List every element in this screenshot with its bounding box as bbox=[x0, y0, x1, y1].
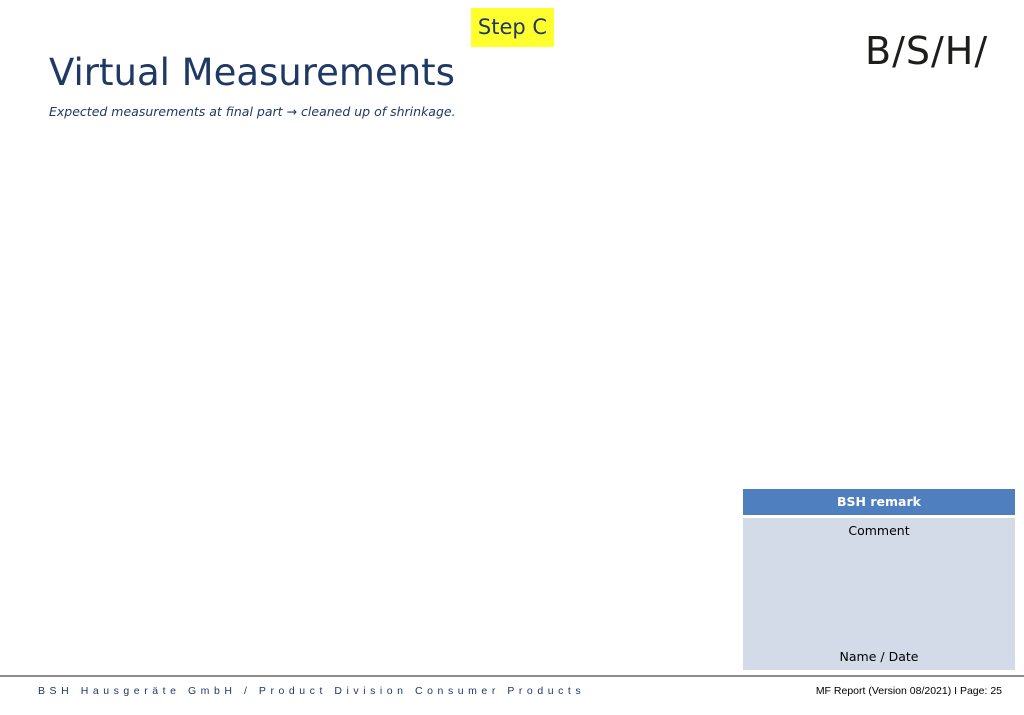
bsh-remark-box: BSH remark Comment Name / Date bbox=[743, 489, 1015, 670]
step-badge: Step C bbox=[471, 8, 554, 47]
bsh-logo: B/S/H/ bbox=[865, 29, 989, 73]
footer-company: BSH Hausgeräte GmbH / Product Division C… bbox=[38, 685, 586, 697]
remark-name-date: Name / Date bbox=[839, 649, 919, 664]
footer-report-info: MF Report (Version 08/2021) I Page: 25 bbox=[815, 685, 1002, 697]
remark-comment: Comment bbox=[848, 523, 910, 538]
subtitle-text-start: Expected measurements at final part bbox=[49, 104, 283, 119]
page-subtitle: Expected measurements at final part → clea… bbox=[49, 103, 456, 121]
remark-body: Comment Name / Date bbox=[743, 518, 1015, 670]
remark-header: BSH remark bbox=[743, 489, 1015, 515]
page-title: Virtual Measurements bbox=[49, 51, 455, 94]
arrow-right-icon: → bbox=[286, 104, 298, 119]
subtitle-text-end: cleaned up of shrinkage. bbox=[301, 104, 456, 119]
footer-divider bbox=[0, 675, 1024, 677]
